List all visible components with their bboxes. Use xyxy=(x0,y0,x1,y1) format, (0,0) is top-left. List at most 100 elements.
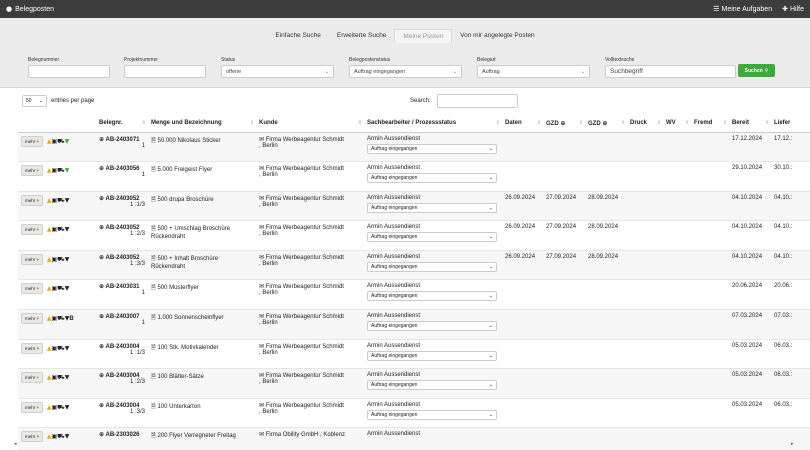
page-size-select[interactable]: 50 ⌄ xyxy=(22,95,47,107)
envelope-icon[interactable]: ✉ xyxy=(259,313,264,320)
cart-icon[interactable]: ▼ xyxy=(65,167,70,174)
truck-icon[interactable]: ⛟ xyxy=(57,433,65,441)
table-row[interactable]: mehr + ▲▣⛟▼B ⊕ AB-2403007 1 🗎 1.000 Sonnens… xyxy=(18,309,810,340)
truck-icon[interactable]: ⛟ xyxy=(57,345,65,353)
belegnr-cell[interactable]: ⊕ AB-2403031 1 xyxy=(96,279,148,311)
table-row[interactable]: mehr + ▲▣⛟▼ ⊕ AB-2403052 1 :3/3 🗎 500 + Inh… xyxy=(18,250,810,281)
col-menge[interactable]: Menge und Bezeichnung ⇕ xyxy=(148,115,256,133)
truck-icon[interactable]: ⛟ xyxy=(57,285,65,293)
col-sachbearbeiter[interactable]: Sachbearbeiter / Prozessstatus ⇕ xyxy=(364,115,502,133)
envelope-icon[interactable]: ✉ xyxy=(259,431,264,438)
help-link[interactable]: ✚ Hilfe xyxy=(782,5,804,13)
tab-meine-posten[interactable]: Meine Posten xyxy=(394,29,453,43)
mehr-button[interactable]: mehr + xyxy=(21,372,44,384)
cart-icon[interactable]: ▼ xyxy=(65,345,70,352)
col-fremd[interactable]: Fremd ⇕ xyxy=(691,115,729,133)
tab-erweiterte-suche[interactable]: Erweiterte Suche xyxy=(329,29,395,43)
status-select[interactable]: offene ⌄ xyxy=(221,65,334,78)
belegnr-cell[interactable]: ⊕ AB-2403007 1 xyxy=(96,309,148,340)
scroll-right-icon[interactable]: ▸ xyxy=(791,441,794,447)
belegnr-cell[interactable]: ⊕ AB-2403004 1 :3/3 xyxy=(96,398,148,429)
cart-icon[interactable]: ▼ xyxy=(65,285,70,292)
prozessstatus-select[interactable]: Auftrag eingegangen ⌄ xyxy=(367,291,497,302)
tab-einfache-suche[interactable]: Einfache Suche xyxy=(267,29,329,43)
mehr-button[interactable]: mehr + xyxy=(21,253,44,265)
prozessstatus-select[interactable]: Auftrag eingegangen ⌄ xyxy=(367,321,497,332)
cart-icon[interactable]: ▼ xyxy=(65,197,70,204)
envelope-icon[interactable]: ✉ xyxy=(259,136,264,143)
plus-circle-icon[interactable]: ⊕ xyxy=(99,136,104,143)
prozessstatus-select[interactable]: Auftrag eingegangen ⌄ xyxy=(367,143,497,154)
col-kunde[interactable]: Kunde ⇕ xyxy=(256,115,364,133)
envelope-icon[interactable]: ✉ xyxy=(259,224,264,231)
truck-icon[interactable]: ⛟ xyxy=(57,167,65,175)
belegnr-cell[interactable]: ⊕ AB-2403004 1 :1/3 xyxy=(96,339,148,370)
belegnr-cell[interactable]: ⊕ AB-2403056 1 xyxy=(96,161,148,192)
mehr-button[interactable]: mehr + xyxy=(21,194,44,206)
belegnr-cell[interactable]: ⊕ AB-2403004 1 :2/3 xyxy=(96,368,148,399)
col-belegnr[interactable]: Belegnr. ⇕ xyxy=(96,115,148,133)
col-gzd-2[interactable]: GZD ⊕ ⇕ xyxy=(585,115,627,133)
cart-icon[interactable]: ▼ xyxy=(65,374,70,381)
plus-circle-icon[interactable]: ⊕ xyxy=(99,254,104,261)
plus-circle-icon[interactable]: ⊕ xyxy=(99,402,104,409)
prozessstatus-select[interactable]: Auftrag eingegangen ⌄ xyxy=(367,261,497,272)
belegnr-cell[interactable]: ⊕ AB-2403052 1 :1/3 xyxy=(96,191,148,222)
truck-icon[interactable]: ⛟ xyxy=(57,315,65,323)
plus-circle-icon[interactable]: ⊕ xyxy=(99,372,104,379)
mehr-button[interactable]: mehr + xyxy=(21,224,44,236)
table-row[interactable]: mehr + ▲▣⛟▼ ⊕ AB-2403056 1 🗎 5.000 Freigeis… xyxy=(18,161,810,192)
plus-circle-icon[interactable]: ⊕ xyxy=(99,195,104,202)
cart-icon[interactable]: ▼ xyxy=(65,138,70,145)
prozessstatus-select[interactable]: Auftrag eingegangen ⌄ xyxy=(367,380,497,391)
col-daten[interactable]: Daten ⇕ xyxy=(502,115,543,133)
belegnr-cell[interactable]: ⊕ AB-2303026 xyxy=(96,427,148,450)
prozessstatus-select[interactable]: Auftrag eingegangen ⌄ xyxy=(367,350,497,361)
prozessstatus-select[interactable]: Auftrag eingegangen ⌄ xyxy=(367,409,497,420)
plus-circle-icon[interactable]: ⊕ xyxy=(99,283,104,290)
cart-icon[interactable]: ▼ xyxy=(65,404,70,411)
table-row[interactable]: mehr + ▲▣⛟▼ ⊕ AB-2303026 🗎 200 Flyer Verre… xyxy=(18,427,810,450)
table-row[interactable]: mehr + ▲▣⛟▼ ⊕ AB-2403071 1 🗎 50.000 Nikolau… xyxy=(18,132,810,163)
truck-icon[interactable]: ⛟ xyxy=(57,404,65,412)
cart-icon[interactable]: ▼ xyxy=(65,433,70,440)
table-row[interactable]: mehr + ▲▣⛟▼ ⊕ AB-2403052 1 :2/3 🗎 500 + Ums… xyxy=(18,220,810,251)
cart-icon[interactable]: ▼ xyxy=(65,226,70,233)
envelope-icon[interactable]: ✉ xyxy=(259,254,264,261)
search-button[interactable]: Suchen ⚲ xyxy=(738,64,775,77)
belegart-select[interactable]: Auftrag ⌄ xyxy=(477,65,590,78)
col-wv[interactable]: WV ⇕ xyxy=(663,115,691,133)
table-row[interactable]: mehr + ▲▣⛟▼ ⊕ AB-2403031 1 🗎 500 Musterflye… xyxy=(18,279,810,311)
col-gzd-1[interactable]: GZD ⊕ ⇕ xyxy=(543,115,585,133)
cart-icon[interactable]: ▼ xyxy=(65,256,70,263)
envelope-icon[interactable]: ✉ xyxy=(259,402,264,409)
prozessstatus-select[interactable]: Auftrag eingegangen ⌄ xyxy=(367,173,497,184)
prozessstatus-select[interactable]: Auftrag eingegangen ⌄ xyxy=(367,202,497,213)
mehr-button[interactable]: mehr + xyxy=(21,165,44,177)
col-bereit[interactable]: Bereit ⇕ xyxy=(729,115,771,133)
plus-circle-icon[interactable]: ⊕ xyxy=(99,313,104,320)
belegnummer-input[interactable] xyxy=(28,65,110,78)
envelope-icon[interactable]: ✉ xyxy=(259,165,264,172)
prozessstatus-select[interactable]: Auftrag eingegangen ⌄ xyxy=(367,232,497,243)
projektnummer-input[interactable] xyxy=(124,65,206,78)
truck-icon[interactable]: ⛟ xyxy=(57,197,65,205)
truck-icon[interactable]: ⛟ xyxy=(57,256,65,264)
mehr-button[interactable]: mehr + xyxy=(21,283,44,295)
scroll-left-icon[interactable]: ◂ xyxy=(14,441,17,447)
app-title[interactable]: ● Belegposten xyxy=(6,5,54,13)
mehr-button[interactable]: mehr + xyxy=(21,313,44,325)
tab-von-mir-angelegte-posten[interactable]: Von mir angelegte Posten xyxy=(452,29,542,43)
plus-circle-icon[interactable]: ⊕ xyxy=(99,431,104,438)
mehr-button[interactable]: mehr + xyxy=(21,401,44,413)
envelope-icon[interactable]: ✉ xyxy=(259,372,264,379)
envelope-icon[interactable]: ✉ xyxy=(259,195,264,202)
mehr-button[interactable]: mehr + xyxy=(21,342,44,354)
table-row[interactable]: mehr + ▲▣⛟▼ ⊕ AB-2403052 1 :1/3 🗎 500 drupa… xyxy=(18,191,810,222)
table-row[interactable]: mehr + ▲▣⛟▼ ⊕ AB-2403004 1 :1/3 🗎 100 Stk. … xyxy=(18,339,810,370)
belegnr-cell[interactable]: ⊕ AB-2403071 1 xyxy=(96,132,148,163)
belegnr-cell[interactable]: ⊕ AB-2403052 1 :2/3 xyxy=(96,220,148,251)
truck-icon[interactable]: ⛟ xyxy=(57,138,65,146)
plus-circle-icon[interactable]: ⊕ xyxy=(99,343,104,350)
belegnr-cell[interactable]: ⊕ AB-2403052 1 :3/3 xyxy=(96,250,148,281)
